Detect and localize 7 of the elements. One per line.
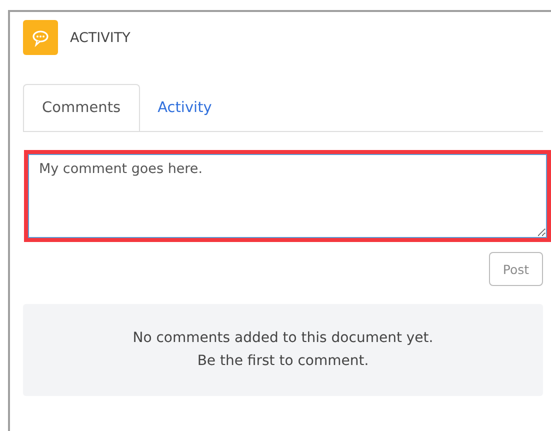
panel-title: ACTIVITY <box>70 30 130 46</box>
tab[interactable]: Comments <box>23 84 140 131</box>
comment-icon <box>23 20 58 55</box>
empty-message: No comments added to this document yet. <box>132 329 434 348</box>
tab[interactable]: Activity <box>140 84 230 132</box>
empty-message: Be the first to comment. <box>197 352 369 371</box>
comment-field[interactable]: My comment goes here. <box>28 154 547 238</box>
